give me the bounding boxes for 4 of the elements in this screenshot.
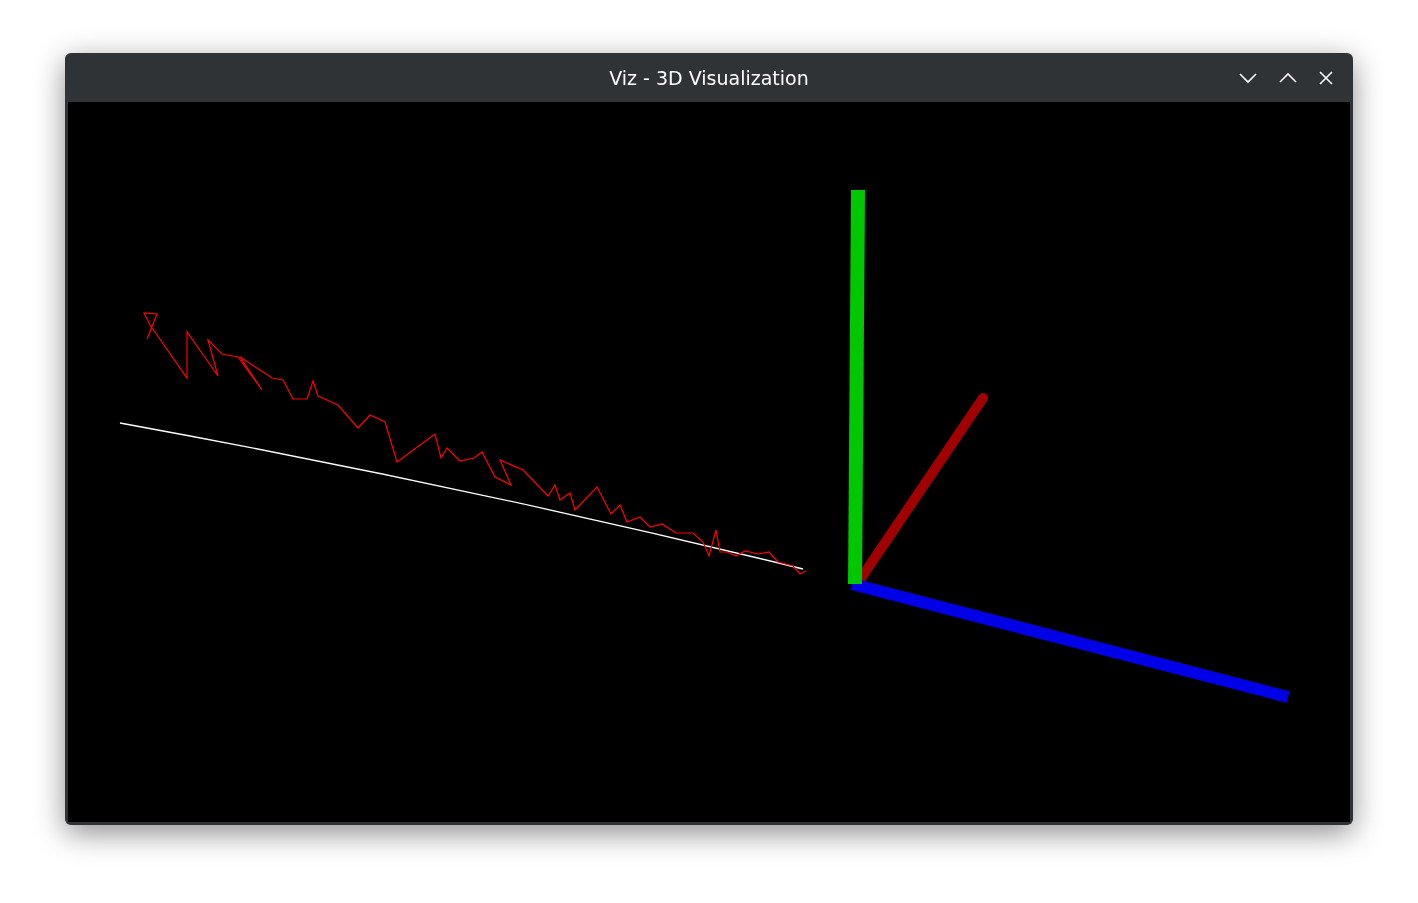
window-title: Viz - 3D Visualization [609, 66, 809, 89]
close-icon[interactable] [1318, 70, 1334, 86]
maximize-icon[interactable] [1278, 72, 1298, 84]
minimize-icon[interactable] [1238, 72, 1258, 84]
